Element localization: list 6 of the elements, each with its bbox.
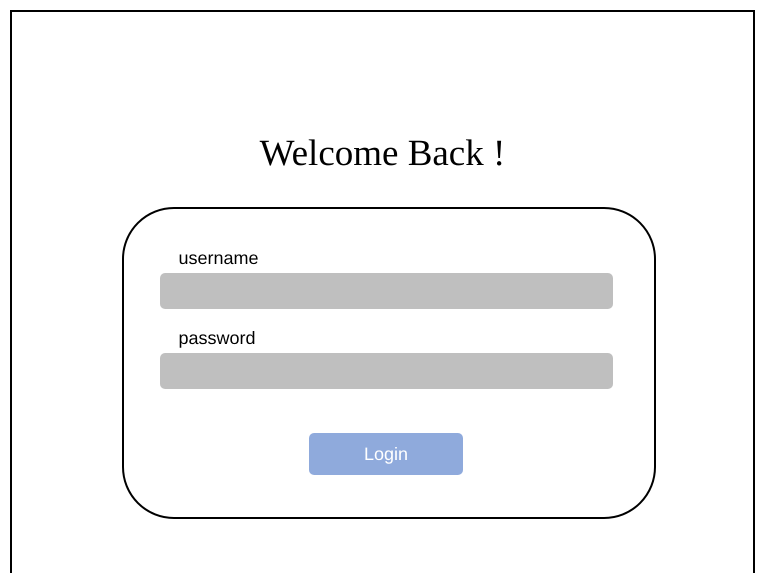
welcome-title: Welcome Back ! [260, 132, 506, 176]
login-button[interactable]: Login [309, 433, 463, 475]
field-label: username [178, 247, 259, 269]
field-label: password [178, 327, 256, 349]
input-field[interactable] [160, 353, 612, 389]
input-field[interactable] [160, 273, 612, 309]
